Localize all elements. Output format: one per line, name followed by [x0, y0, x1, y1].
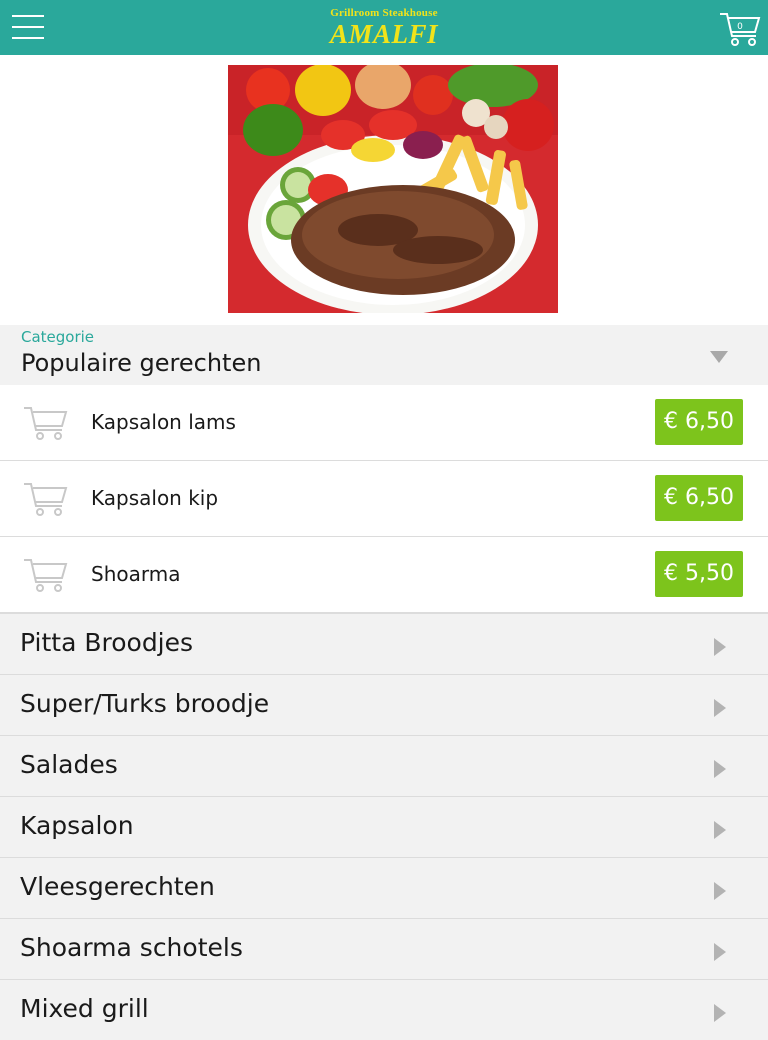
category-item-vleesgerechten[interactable]: Vleesgerechten [0, 857, 768, 918]
hero-section [0, 55, 768, 325]
food-plate-image [228, 65, 558, 313]
chevron-right-icon [714, 1004, 726, 1022]
product-name: Shoarma [91, 562, 181, 586]
category-item-mixed-grill[interactable]: Mixed grill [0, 979, 768, 1040]
product-name: Kapsalon kip [91, 486, 219, 510]
category-item-shoarma-schotels[interactable]: Shoarma schotels [0, 918, 768, 979]
product-price-button[interactable]: € 6,50 [655, 399, 743, 445]
category-item-pitta-broodjes[interactable]: Pitta Broodjes [0, 613, 768, 674]
add-to-cart-icon[interactable] [22, 554, 70, 594]
category-item-label: Mixed grill [20, 994, 149, 1023]
category-item-label: Pitta Broodjes [20, 628, 194, 657]
chevron-right-icon [714, 882, 726, 900]
chevron-down-icon [710, 351, 728, 363]
category-selector[interactable]: Categorie Populaire gerechten [0, 325, 768, 385]
category-item-label: Vleesgerechten [20, 872, 215, 901]
category-item-label: Shoarma schotels [20, 933, 243, 962]
product-price-button[interactable]: € 5,50 [655, 551, 743, 597]
product-row: Shoarma € 5,50 [0, 537, 768, 613]
brand-logo: Grillroom Steakhouse AMALFI [0, 6, 768, 48]
cart-count-badge: 0 [737, 22, 743, 32]
chevron-right-icon [714, 699, 726, 717]
product-price-button[interactable]: € 6,50 [655, 475, 743, 521]
hero-image [228, 65, 558, 313]
category-list: Pitta Broodjes Super/Turks broodje Salad… [0, 613, 768, 1040]
category-item-kapsalon[interactable]: Kapsalon [0, 796, 768, 857]
chevron-right-icon [714, 638, 726, 656]
add-to-cart-icon[interactable] [22, 478, 70, 518]
chevron-right-icon [714, 943, 726, 961]
add-to-cart-icon[interactable] [22, 402, 70, 442]
product-row: Kapsalon lams € 6,50 [0, 385, 768, 461]
category-item-label: Super/Turks broodje [20, 689, 270, 718]
product-row: Kapsalon kip € 6,50 [0, 461, 768, 537]
category-selected-value: Populaire gerechten [21, 349, 262, 377]
chevron-right-icon [714, 760, 726, 778]
brand-title: AMALFI [329, 19, 439, 49]
category-label: Categorie [21, 328, 95, 346]
chevron-right-icon [714, 821, 726, 839]
brand-subtitle: Grillroom Steakhouse [330, 7, 438, 19]
category-item-salades[interactable]: Salades [0, 735, 768, 796]
app-header: Grillroom Steakhouse AMALFI 0 [0, 0, 768, 55]
category-item-label: Salades [20, 750, 118, 779]
category-item-label: Kapsalon [20, 811, 134, 840]
category-item-super-turks-broodje[interactable]: Super/Turks broodje [0, 674, 768, 735]
header-cart-button[interactable]: 0 [718, 8, 762, 48]
product-list: Kapsalon lams € 6,50 Kapsalon kip € 6,50… [0, 385, 768, 613]
product-name: Kapsalon lams [91, 410, 236, 434]
